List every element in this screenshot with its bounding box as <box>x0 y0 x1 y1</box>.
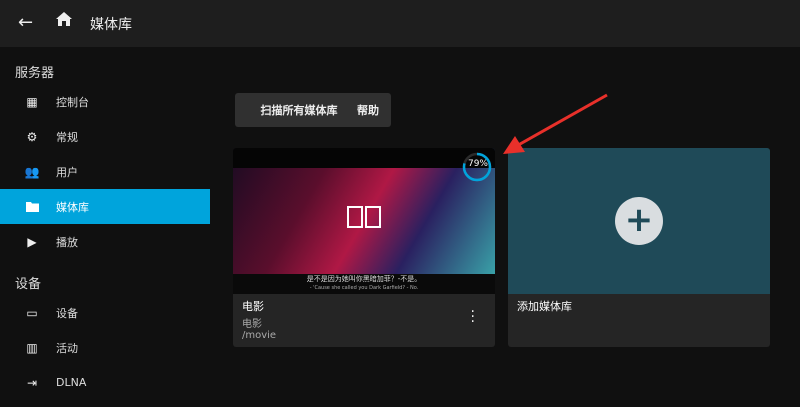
play-icon: ▶ <box>27 234 37 249</box>
poster-subtitles: 是不是因为她叫你黑暗加菲？-不是。 - 'Cause she called yo… <box>233 274 495 294</box>
sidebar-item-general[interactable]: ⚙ 常规 <box>0 119 210 154</box>
sidebar-item-libraries[interactable]: 媒体库 <box>0 189 210 224</box>
gear-icon: ⚙ <box>26 129 38 144</box>
people-icon: 👥 <box>24 164 40 179</box>
missing-glyph-boxes <box>347 206 381 228</box>
add-library-card[interactable]: + 添加媒体库 <box>508 148 770 347</box>
home-icon[interactable] <box>55 11 73 31</box>
scan-progress-label: 79% <box>467 159 488 169</box>
chart-icon: ▥ <box>26 340 38 355</box>
sidebar-item-devices[interactable]: ▭ 设备 <box>0 295 210 330</box>
add-library-label: 添加媒体库 <box>517 300 572 313</box>
more-options-icon[interactable]: · · · <box>471 305 475 329</box>
sidebar-section-devices: 设备 <box>15 277 42 292</box>
library-card-movie[interactable]: 是不是因为她叫你黑暗加菲？-不是。 - 'Cause she called yo… <box>233 148 495 347</box>
sidebar-item-users[interactable]: 👥 用户 <box>0 154 210 189</box>
folder-icon <box>25 200 39 214</box>
sidebar-item-dashboard[interactable]: ▦ 控制台 <box>0 84 210 119</box>
top-bar: ← 媒体库 <box>0 0 800 47</box>
page-title: 媒体库 <box>90 17 132 33</box>
back-arrow-icon[interactable]: ← <box>18 12 33 33</box>
annotation-arrow-icon <box>503 93 608 154</box>
library-type: 电影 <box>242 319 262 330</box>
library-title: 电影 <box>242 300 264 313</box>
plus-icon[interactable]: + <box>615 197 663 245</box>
library-poster[interactable]: 是不是因为她叫你黑暗加菲？-不是。 - 'Cause she called yo… <box>233 148 495 294</box>
input-icon: ⇥ <box>26 375 38 390</box>
dashboard-icon: ▦ <box>26 94 38 109</box>
sidebar-item-activity[interactable]: ▥ 活动 <box>0 330 210 365</box>
library-path: /movie <box>242 330 277 341</box>
help-button[interactable]: 帮助 <box>345 93 391 127</box>
sidebar-item-playback[interactable]: ▶ 播放 <box>0 224 210 259</box>
sidebar-item-dlna[interactable]: ⇥ DLNA <box>0 365 210 400</box>
devices-icon: ▭ <box>26 305 38 320</box>
sidebar-section-server: 服务器 <box>15 66 55 81</box>
scan-all-libraries-button[interactable]: 扫描所有媒体库 <box>235 93 363 127</box>
